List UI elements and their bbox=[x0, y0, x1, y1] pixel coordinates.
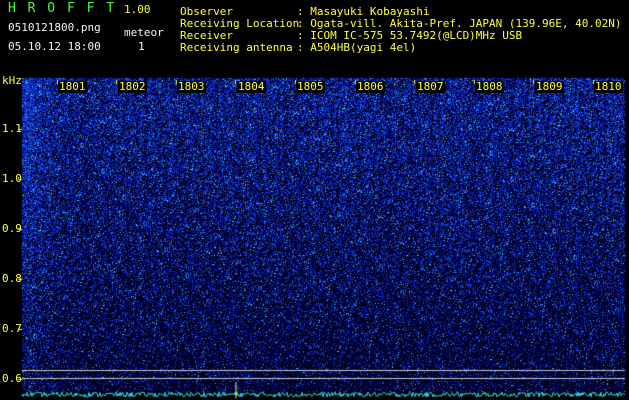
app-title: H R O F F T bbox=[8, 1, 117, 16]
time-label: 1808 bbox=[475, 80, 504, 93]
time-label: 1809 bbox=[535, 80, 564, 93]
info-value-antenna: : A504HB(yagi 4el) bbox=[297, 41, 417, 54]
file-name: 0510121800.png bbox=[8, 21, 101, 34]
time-label: 1802 bbox=[118, 80, 147, 93]
y-axis-unit: kHz bbox=[2, 74, 22, 87]
file-datetime: 05.10.12 18:00 bbox=[8, 40, 101, 53]
time-label: 1810 bbox=[594, 80, 623, 93]
spectrogram-canvas bbox=[0, 0, 629, 400]
y-tick-label: 0.8 bbox=[2, 272, 22, 285]
time-label: 1806 bbox=[356, 80, 385, 93]
time-label: 1804 bbox=[237, 80, 266, 93]
y-tick-label: 0.9 bbox=[2, 222, 22, 235]
time-label: 1803 bbox=[177, 80, 206, 93]
info-label-antenna: Receiving antenna bbox=[180, 41, 293, 54]
time-label: 1805 bbox=[296, 80, 325, 93]
app-version: 1.00 bbox=[124, 3, 151, 16]
y-tick-label: 1.0 bbox=[2, 172, 22, 185]
time-label: 1801 bbox=[58, 80, 87, 93]
meteor-label: meteor bbox=[124, 26, 164, 39]
y-tick-label: 0.6 bbox=[2, 372, 22, 385]
y-tick-label: 1.1 bbox=[2, 122, 22, 135]
meteor-count: 1 bbox=[138, 40, 145, 53]
y-tick-label: 0.7 bbox=[2, 322, 22, 335]
time-label: 1807 bbox=[416, 80, 445, 93]
